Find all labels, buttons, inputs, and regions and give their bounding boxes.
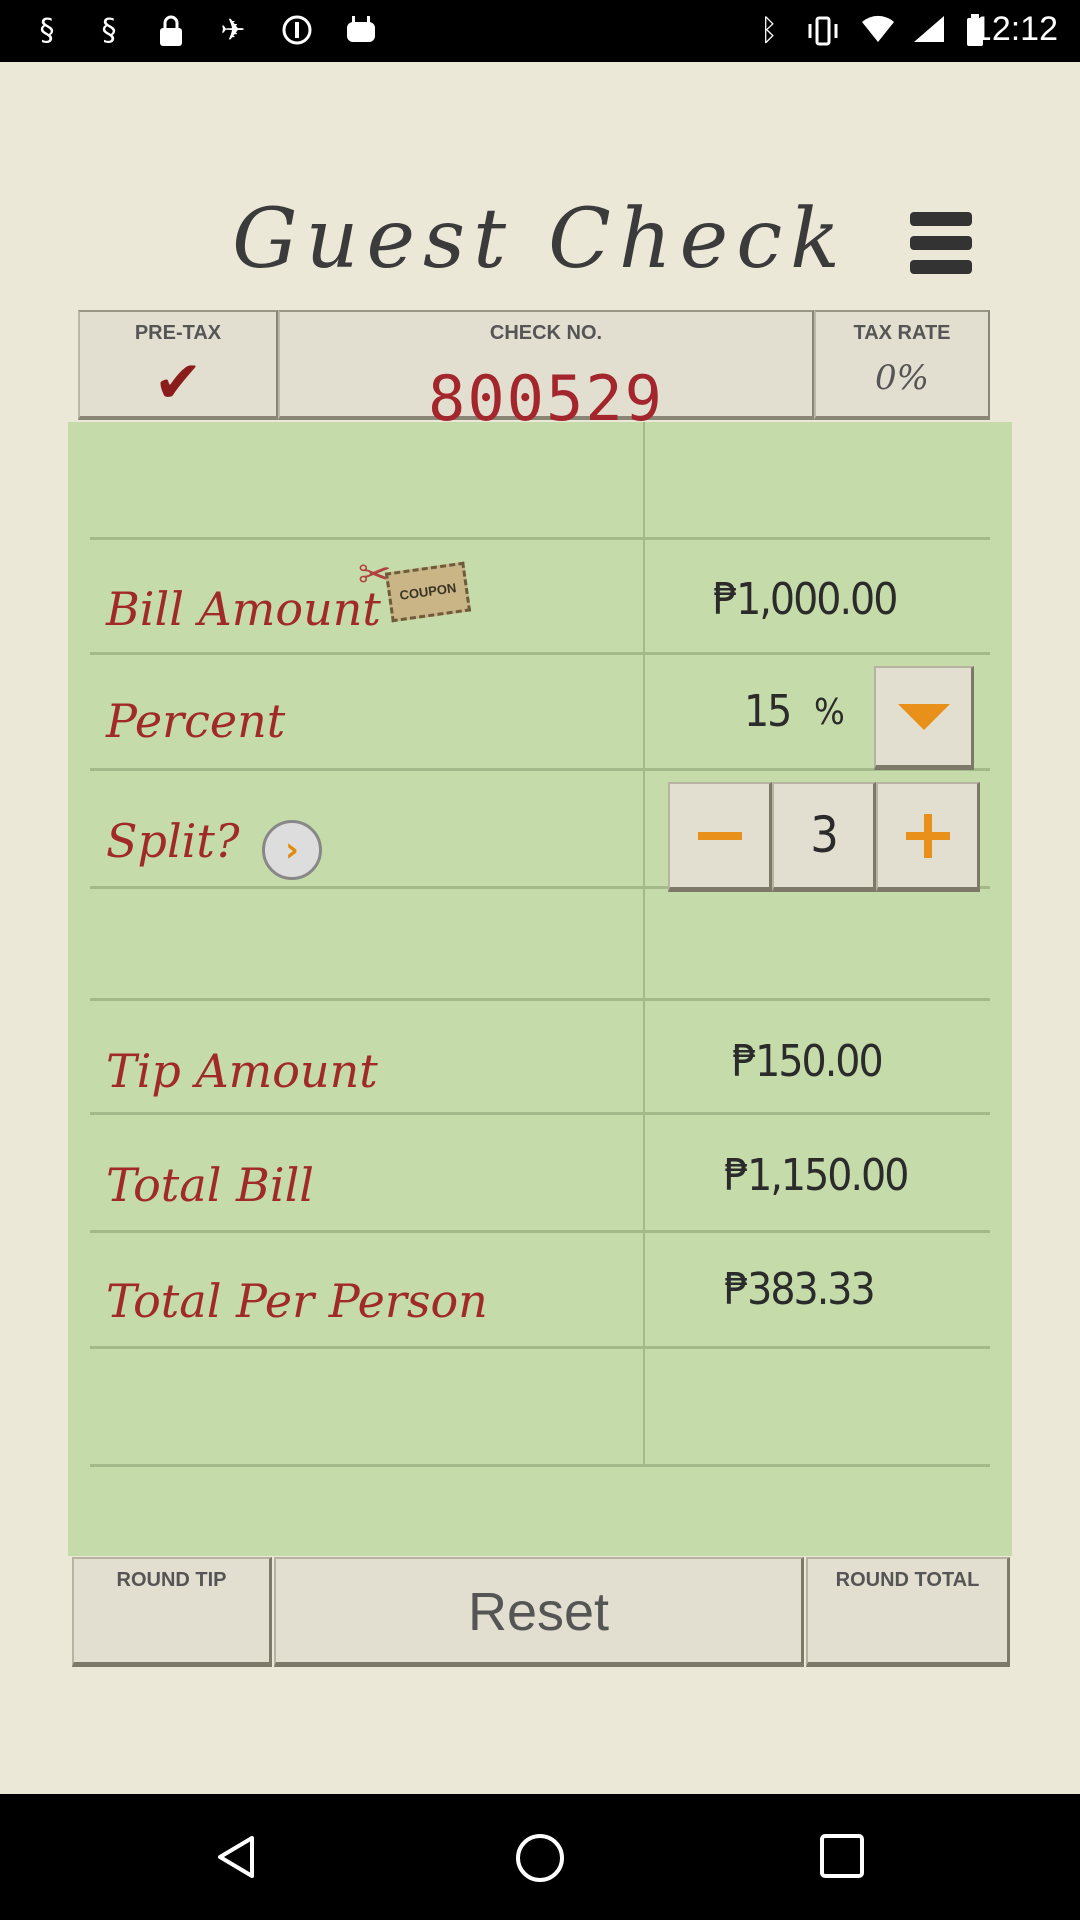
check-number-panel: CHECK NO. 800529 — [278, 310, 814, 435]
back-icon[interactable] — [212, 1832, 262, 1882]
round-total-button[interactable]: ROUND TOTAL — [806, 1557, 1010, 1667]
arrow-right-icon: › — [284, 830, 299, 870]
notification-icon: § — [101, 13, 117, 48]
signal-icon — [912, 14, 946, 48]
guest-check-screen: Guest Check PRE-TAX ✔ CHECK NO. 800529 T… — [0, 62, 1080, 1794]
tip-amount-label: Tip Amount — [106, 1044, 378, 1098]
minus-icon — [697, 832, 742, 840]
home-icon[interactable] — [514, 1832, 564, 1882]
row-divider — [90, 1464, 990, 1467]
tip-amount-value: ₱150.00 — [732, 1036, 884, 1087]
menu-icon[interactable] — [910, 212, 972, 274]
tax-rate-button[interactable]: TAX RATE 0% — [814, 310, 990, 420]
check-sheet: Bill Amount ✂ COUPON ₱1,000.00 Percent 1… — [68, 422, 1012, 1556]
per-person-value: ₱383.33 — [724, 1264, 876, 1315]
bottom-button-row: ROUND TIP Reset ROUND TOTAL — [72, 1557, 1012, 1677]
percent-dropdown-button[interactable] — [874, 666, 974, 770]
percent-sign: % — [814, 692, 845, 733]
android-icon — [344, 14, 378, 48]
reset-label: Reset — [467, 1582, 610, 1642]
status-time: 12:12 — [972, 10, 1058, 48]
navigation-bar — [0, 1794, 1080, 1920]
wifi-icon — [860, 14, 894, 48]
row-divider — [90, 1112, 990, 1115]
round-tip-button[interactable]: ROUND TIP — [72, 1557, 272, 1667]
vibrate-icon — [806, 14, 840, 48]
split-label: Split? — [106, 814, 240, 868]
check-no-label: CHECK NO. — [489, 322, 603, 344]
status-bar: § § ✈ ᛒ 12:12 — [0, 0, 1080, 62]
row-divider — [90, 1346, 990, 1349]
checkmark-icon: ✔ — [153, 348, 203, 416]
row-divider — [90, 998, 990, 1001]
notification-icon: § — [39, 13, 55, 48]
coupon-button[interactable]: ✂ COUPON — [358, 552, 472, 623]
satellite-icon: ✈ — [220, 13, 246, 48]
coupon-label: COUPON — [384, 561, 472, 623]
pretax-label: PRE-TAX — [134, 322, 222, 344]
round-total-label: ROUND TOTAL — [835, 1569, 980, 1591]
round-tip-label: ROUND TIP — [116, 1569, 227, 1591]
percent-label: Percent — [106, 694, 286, 748]
tax-rate-value: 0% — [875, 358, 929, 398]
split-count-value: 3 — [810, 806, 839, 864]
bluetooth-icon: ᛒ — [760, 13, 778, 48]
lock-icon — [154, 14, 188, 48]
plus-icon — [905, 814, 950, 858]
recent-apps-icon[interactable] — [818, 1832, 868, 1882]
info-icon — [280, 14, 314, 48]
per-person-label: Total Per Person — [106, 1274, 488, 1328]
percent-value[interactable]: 15 — [744, 686, 792, 737]
header-row: PRE-TAX ✔ CHECK NO. 800529 TAX RATE 0% — [70, 310, 1000, 435]
row-divider — [90, 537, 990, 540]
total-bill-label: Total Bill — [106, 1158, 314, 1212]
bill-amount-value[interactable]: ₱1,000.00 — [713, 574, 898, 625]
split-arrow-button[interactable]: › — [262, 820, 322, 880]
tax-rate-label: TAX RATE — [853, 322, 951, 344]
chevron-down-icon — [897, 704, 950, 730]
row-divider — [90, 1230, 990, 1233]
row-divider — [90, 652, 990, 655]
split-decrease-button[interactable] — [668, 782, 772, 892]
row-divider — [90, 768, 990, 771]
pretax-toggle[interactable]: PRE-TAX ✔ — [78, 310, 278, 420]
column-divider — [643, 422, 645, 1466]
split-increase-button[interactable] — [876, 782, 980, 892]
split-count: 3 — [772, 782, 876, 892]
reset-button[interactable]: Reset — [274, 1557, 804, 1667]
bill-amount-label: Bill Amount — [106, 582, 381, 636]
total-bill-value: ₱1,150.00 — [724, 1150, 909, 1201]
